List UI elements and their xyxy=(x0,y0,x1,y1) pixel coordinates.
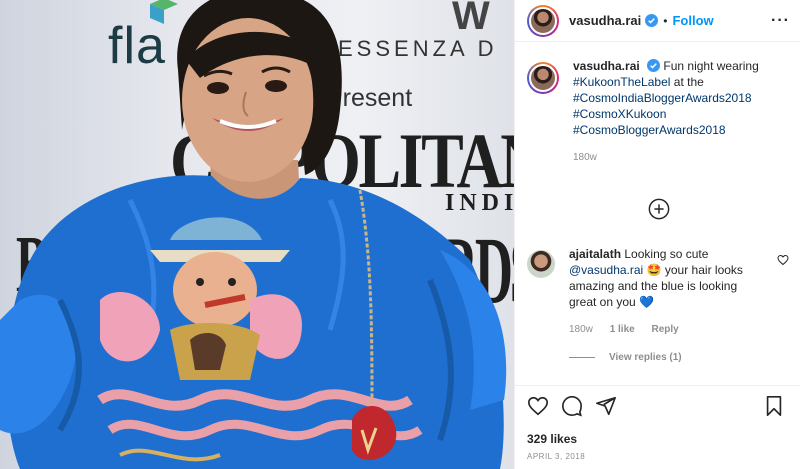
post-actions: 329 likes APRIL 3, 2018 xyxy=(515,385,800,469)
comment-likes[interactable]: 1 like xyxy=(610,324,635,335)
hashtag-kukoon[interactable]: #KukoonTheLabel xyxy=(573,75,670,89)
bookmark-icon[interactable] xyxy=(763,395,785,417)
header-separator: • xyxy=(663,13,668,28)
follow-button[interactable]: Follow xyxy=(672,13,713,28)
likes-count[interactable]: 329 likes xyxy=(527,432,789,446)
comments-area[interactable]: vasudha.rai Fun night wearing #KukoonThe… xyxy=(515,58,800,385)
caption-connector: at the xyxy=(673,75,704,89)
comment-age[interactable]: 180w xyxy=(569,324,593,335)
heart-icon[interactable] xyxy=(777,254,789,266)
action-icons xyxy=(527,394,789,418)
add-comment-icon[interactable] xyxy=(648,198,670,220)
author-avatar[interactable] xyxy=(527,4,559,37)
hashtag-cosmo-kukoon[interactable]: #CosmoXKukoon xyxy=(573,107,666,121)
comment-meta: 180w 1 like Reply xyxy=(569,322,764,338)
comment-text-start: Looking so cute xyxy=(624,247,709,261)
share-icon[interactable] xyxy=(595,395,617,417)
comment-item: ajaitalath Looking so cute @vasudha.rai … xyxy=(527,246,789,338)
comment-mention[interactable]: @vasudha.rai xyxy=(569,263,643,277)
commenter-username[interactable]: ajaitalath xyxy=(569,247,621,261)
post-header: vasudha.rai • Follow ··· xyxy=(515,0,800,42)
comment-end-emoji: 💙 xyxy=(639,295,655,309)
hashtag-cosmo-blogger[interactable]: #CosmoBloggerAwards2018 xyxy=(573,123,726,137)
caption-author-avatar[interactable] xyxy=(527,62,559,94)
hashtag-cosmo-india[interactable]: #CosmoIndiaBloggerAwards2018 xyxy=(573,91,752,105)
verified-badge-icon xyxy=(645,14,659,27)
caption: vasudha.rai Fun night wearing #KukoonThe… xyxy=(527,58,789,166)
heart-icon[interactable] xyxy=(527,395,549,417)
post-date[interactable]: APRIL 3, 2018 xyxy=(527,452,789,461)
comment-emoji: 🤩 xyxy=(646,263,662,277)
verified-badge-icon xyxy=(647,59,661,72)
commenter-avatar[interactable] xyxy=(527,250,555,278)
post-photo[interactable]: fla W ESSENZA D Present C OPOLITAN INDIA… xyxy=(0,0,514,469)
more-options-icon[interactable]: ··· xyxy=(771,12,790,30)
view-replies[interactable]: View replies (1) xyxy=(569,352,682,363)
caption-text: Fun night wearing xyxy=(663,59,759,73)
author-username[interactable]: vasudha.rai xyxy=(569,13,641,28)
replies-divider xyxy=(569,357,595,358)
reply-button[interactable]: Reply xyxy=(652,324,679,335)
comment-icon[interactable] xyxy=(561,395,583,417)
caption-username[interactable]: vasudha.rai xyxy=(573,59,640,73)
view-replies-label[interactable]: View replies (1) xyxy=(609,352,682,363)
caption-age[interactable]: 180w xyxy=(573,150,759,166)
post-sidebar: vasudha.rai • Follow ··· vasudha.rai Fun… xyxy=(514,0,800,469)
person-illustration xyxy=(0,0,507,469)
